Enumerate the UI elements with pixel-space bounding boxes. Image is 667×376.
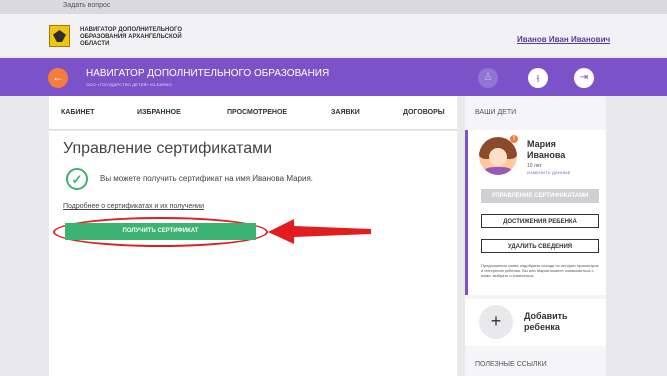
add-child-label[interactable]: Добавить ребенка <box>524 311 604 333</box>
sidebar-title: ВАШИ ДЕТИ <box>475 109 517 116</box>
useful-links-title: ПОЛЕЗНЫЕ ССЫЛКИ <box>475 361 547 368</box>
recommendation-note: Предложения слева подобраны исходя из ис… <box>481 263 599 278</box>
add-child-card[interactable]: + Добавить ребенка <box>465 299 606 346</box>
plus-icon[interactable]: + <box>479 305 513 339</box>
achievements-button[interactable]: ДОСТИЖЕНИЯ РЕБЕНКА <box>481 214 599 228</box>
alert-badge-icon: ! <box>510 135 518 143</box>
child-avatar[interactable] <box>479 137 517 175</box>
child-first-name: Мария <box>527 139 556 149</box>
child-age: 10 лет <box>527 163 542 169</box>
child-card: ! Мария Иванова 10 лет ИЗМЕНИТЬ ДАННЫЕ У… <box>465 130 606 295</box>
children-sidebar: ВАШИ ДЕТИ ! Мария Иванова 10 лет ИЗМЕНИТ… <box>465 96 606 376</box>
edit-data-link[interactable]: ИЗМЕНИТЬ ДАННЫЕ <box>527 170 571 175</box>
manage-certificates-button[interactable]: УПРАВЛЕНИЕ СЕРТИФИКАТАМИ <box>481 189 599 203</box>
child-last-name: Иванова <box>527 150 566 160</box>
delete-info-button[interactable]: УДАЛИТЬ СВЕДЕНИЯ <box>481 239 599 253</box>
